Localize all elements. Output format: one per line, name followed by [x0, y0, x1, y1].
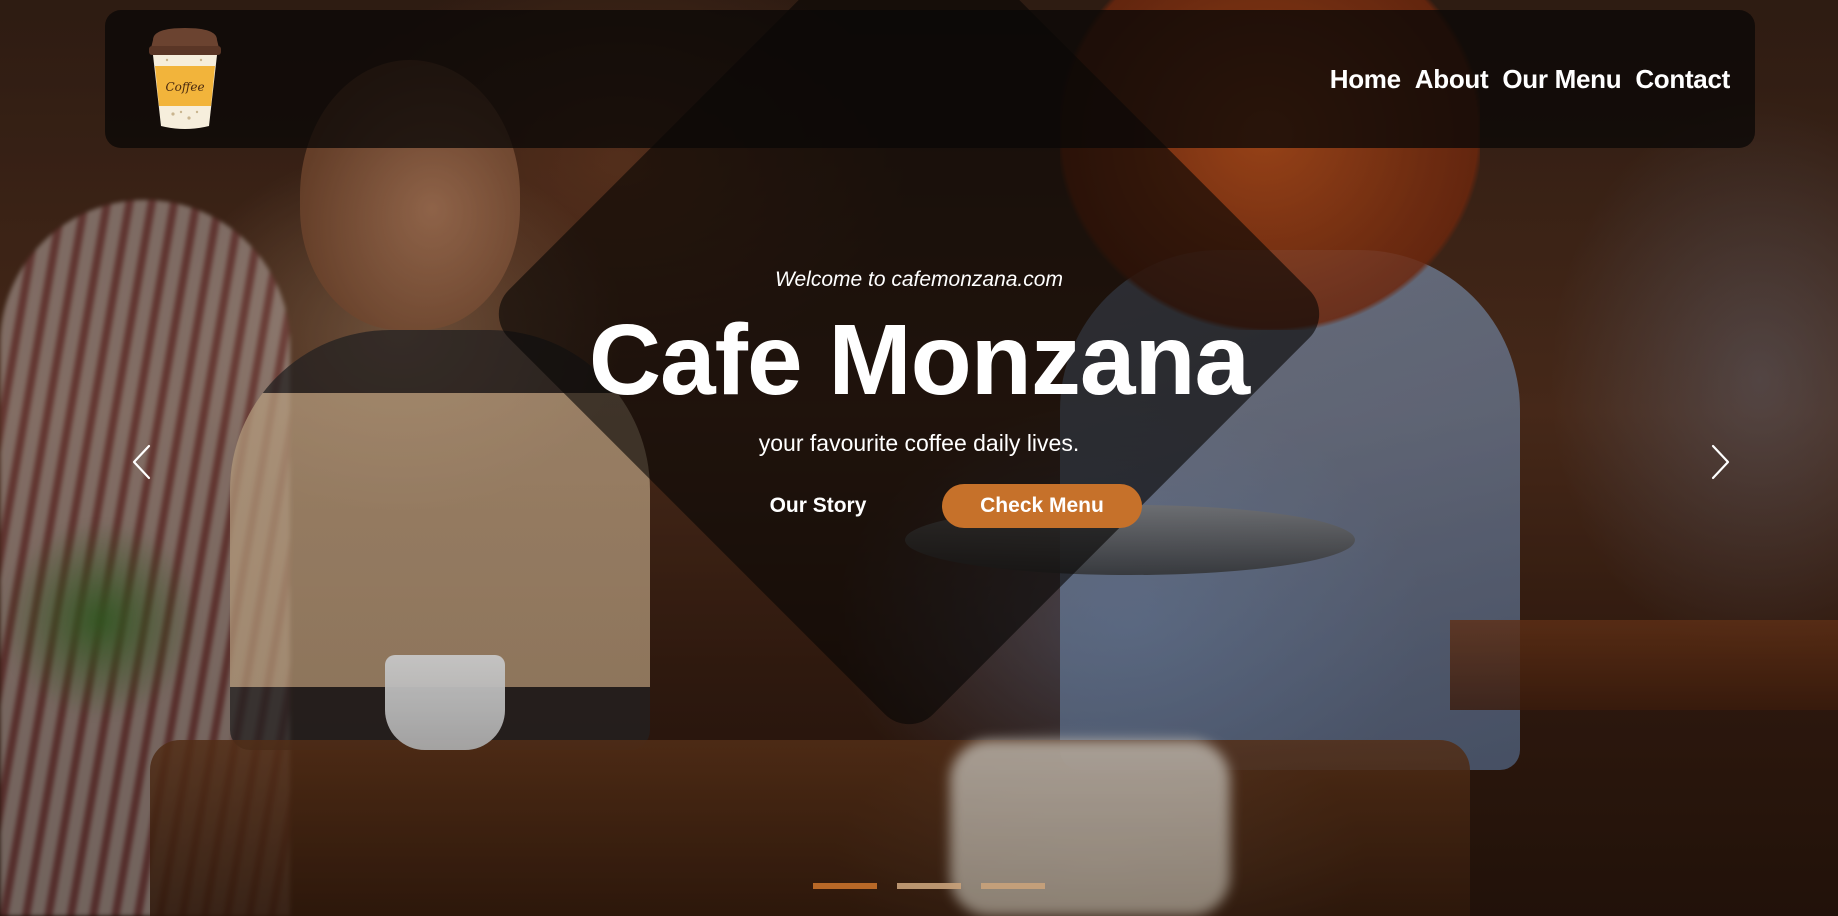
nav-links: Home About Our Menu Contact — [1330, 64, 1731, 95]
carousel-indicator-3[interactable] — [981, 883, 1045, 889]
logo-text: Coffee — [165, 80, 205, 94]
carousel-next-button[interactable] — [1706, 440, 1736, 484]
nav-link-our-menu[interactable]: Our Menu — [1502, 64, 1621, 95]
nav-link-contact[interactable]: Contact — [1635, 64, 1730, 95]
hero-welcome-text: Welcome to cafemonzana.com — [775, 268, 1063, 291]
our-story-button[interactable]: Our Story — [742, 484, 894, 528]
site-logo[interactable]: Coffee — [145, 26, 225, 132]
chevron-left-icon — [132, 444, 151, 480]
check-menu-button[interactable]: Check Menu — [942, 484, 1142, 528]
carousel-indicator-1[interactable] — [813, 883, 877, 889]
hero-subtitle: your favourite coffee daily lives. — [758, 430, 1080, 456]
hero-title: Cafe Monzana — [588, 304, 1250, 416]
coffee-cup-icon — [149, 28, 221, 129]
chevron-right-icon — [1711, 444, 1730, 480]
navbar: Coffee Home About Our Menu Contact — [105, 10, 1755, 148]
carousel-indicators — [813, 883, 1045, 889]
carousel-prev-button[interactable] — [126, 440, 156, 484]
nav-link-home[interactable]: Home — [1330, 64, 1401, 95]
nav-link-about[interactable]: About — [1415, 64, 1489, 95]
carousel-indicator-2[interactable] — [897, 883, 961, 889]
